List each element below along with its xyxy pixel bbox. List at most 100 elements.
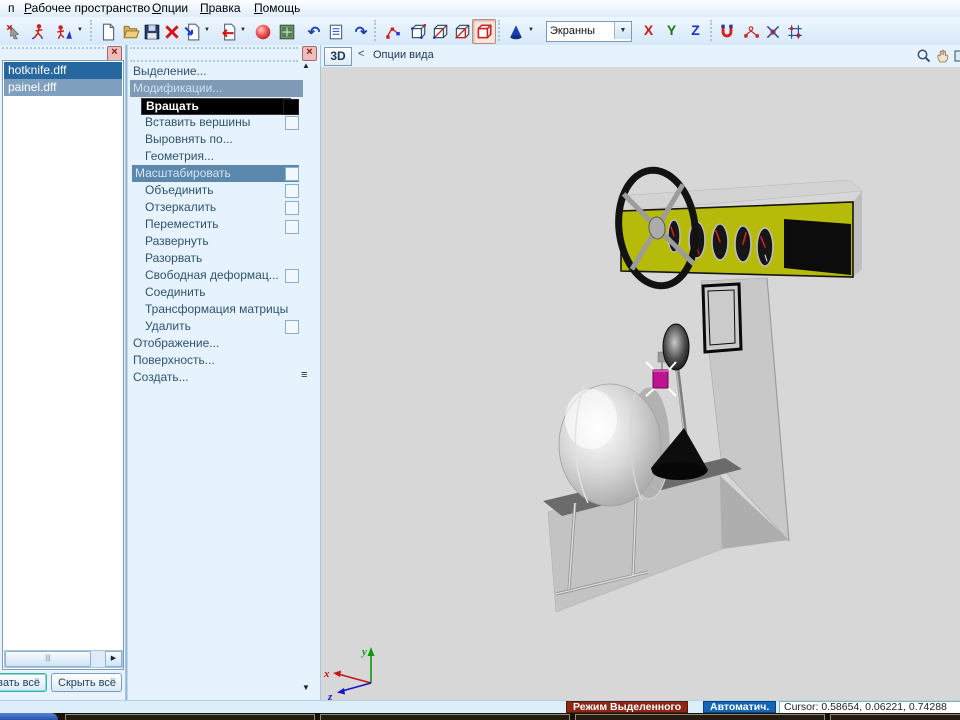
selected-mode-badge[interactable]: Режим Выделенного [566, 701, 688, 713]
axis-label-y: y [360, 646, 367, 658]
command-checkbox-unite[interactable] [285, 184, 299, 198]
file-list[interactable]: hotknife.dff painel.dff ||| ▶ [2, 60, 124, 670]
material-editor-icon[interactable] [275, 19, 299, 44]
hscrollbar-right-arrow-icon[interactable]: ▶ [105, 651, 122, 667]
magnet-snap-icon[interactable] [715, 19, 739, 44]
import-dropdown-caret[interactable]: ▼ [204, 27, 210, 33]
viewport-canvas[interactable]: y x z [321, 67, 960, 700]
snap-grid-icon[interactable] [783, 19, 807, 44]
hscrollbar-thumb[interactable]: ||| [5, 651, 91, 667]
axis-label-z: z [327, 691, 333, 700]
command-item-move[interactable]: Переместить [145, 216, 303, 233]
scroll-up-icon[interactable]: ▲ [302, 61, 310, 71]
viewport-collapse-icon[interactable]: < [358, 48, 364, 60]
3d-scene: y x z [321, 67, 960, 700]
notes-icon[interactable] [324, 19, 348, 44]
command-item-insert-vertices[interactable]: Вставить вершины [145, 114, 303, 131]
command-checkbox-insert-vertices[interactable] [285, 116, 299, 130]
status-bar: Режим Выделенного Автоматич. Cursor: 0.5… [0, 700, 960, 714]
command-item-scale[interactable]: Масштабировать [132, 165, 299, 182]
files-panel: × hotknife.dff painel.dff ||| ▶ зать всё… [0, 45, 126, 700]
command-item-flip[interactable]: Развернуть [145, 233, 303, 250]
panel-resize-grip-icon[interactable]: ≡ [301, 370, 307, 380]
pose-tool-icon[interactable] [2, 19, 26, 44]
menu-item-partial[interactable]: п [4, 1, 19, 16]
faces-mode-icon[interactable] [428, 19, 452, 44]
poses-dropdown-caret[interactable]: ▼ [77, 27, 83, 33]
export-icon[interactable] [216, 19, 240, 44]
command-checkbox-mirror[interactable] [285, 201, 299, 215]
file-list-item[interactable]: painel.dff [4, 79, 122, 96]
command-item-geometry[interactable]: Геометрия... [145, 148, 303, 165]
run-figure-icon[interactable] [27, 19, 51, 44]
edges-mode-icon[interactable] [406, 19, 430, 44]
axis-space-combo[interactable]: Экранны ▼ [546, 21, 632, 42]
command-item-free-deform[interactable]: Свободная деформац... [145, 267, 303, 284]
command-item-modifications[interactable]: Модификации... [130, 80, 303, 97]
commands-panel-close-icon[interactable]: × [302, 46, 317, 61]
axis-x-button[interactable]: X [638, 20, 659, 41]
menu-item-workspace[interactable]: Рабочее пространство [20, 1, 154, 16]
menu-item-help[interactable]: Помощь [250, 1, 304, 16]
taskbar-button[interactable] [65, 714, 315, 720]
command-checkbox-delete[interactable] [285, 320, 299, 334]
figure-poses-icon[interactable] [52, 19, 76, 44]
automatic-badge[interactable]: Автоматич. [703, 701, 776, 713]
snap-vertices-icon[interactable] [739, 19, 763, 44]
hide-all-button[interactable]: Скрыть всё [51, 673, 122, 692]
pan-hand-icon[interactable] [935, 48, 951, 64]
taskbar-button[interactable] [575, 714, 825, 720]
clipped-tool-icon[interactable] [954, 48, 960, 64]
menu-item-options[interactable]: Опции [148, 1, 192, 16]
taskbar-button[interactable] [320, 714, 570, 720]
start-button-fragment[interactable] [0, 713, 58, 720]
undo-icon[interactable]: ↶ [302, 19, 326, 44]
command-checkbox-scale[interactable] [285, 167, 299, 181]
objects-mode-icon[interactable] [472, 19, 496, 44]
import-icon[interactable] [180, 19, 204, 44]
command-item-delete[interactable]: Удалить [145, 318, 303, 335]
viewport-mode-button[interactable]: 3D [324, 47, 352, 66]
file-list-item[interactable]: hotknife.dff [4, 62, 122, 79]
command-item-selection[interactable]: Выделение... [133, 63, 303, 80]
scroll-down-icon[interactable]: ▼ [302, 683, 310, 693]
command-item-unite[interactable]: Объединить [145, 182, 303, 199]
vertices-mode-icon[interactable] [381, 19, 405, 44]
file-list-hscrollbar[interactable]: ||| ▶ [4, 650, 123, 668]
command-item-matrix-transform[interactable]: Трансформация матрицы [145, 301, 303, 318]
new-file-icon[interactable] [96, 19, 120, 44]
command-item-rotate[interactable]: Вращать [141, 98, 291, 115]
export-dropdown-caret[interactable]: ▼ [240, 27, 246, 33]
taskbar-button[interactable] [830, 714, 960, 720]
command-item-display[interactable]: Отображение... [133, 335, 303, 352]
snap-edges-icon[interactable] [761, 19, 785, 44]
render-sphere-icon[interactable] [251, 19, 275, 44]
toolbar-separator [498, 20, 502, 41]
polygons-mode-icon[interactable] [450, 19, 474, 44]
menu-item-edit[interactable]: Правка [196, 1, 245, 16]
axis-z-button[interactable]: Z [685, 20, 706, 41]
command-item-mirror[interactable]: Отзеркалить [145, 199, 303, 216]
commands-panel-grip[interactable] [130, 47, 298, 62]
cone-tool-icon[interactable] [504, 19, 528, 44]
toolbar-separator [90, 20, 94, 41]
viewport-header: 3D < Опции вида [321, 45, 960, 68]
command-checkbox-move[interactable] [285, 220, 299, 234]
files-panel-close-icon[interactable]: × [107, 46, 122, 61]
command-item-align-to[interactable]: Выровнять по... [145, 131, 303, 148]
command-item-create[interactable]: Создать... [133, 369, 303, 386]
cone-dropdown-caret[interactable]: ▼ [528, 27, 534, 33]
application-window: п Рабочее пространство Опции Правка Помо… [0, 0, 960, 720]
redo-icon[interactable]: ↷ [349, 19, 373, 44]
axis-y-button[interactable]: Y [661, 20, 682, 41]
command-item-break[interactable]: Разорвать [145, 250, 303, 267]
command-item-surface[interactable]: Поверхность... [133, 352, 303, 369]
os-taskbar [0, 713, 960, 720]
command-checkbox-free-deform[interactable] [285, 269, 299, 283]
viewport-title[interactable]: Опции вида [373, 49, 434, 61]
combo-dropdown-icon[interactable]: ▼ [614, 22, 631, 39]
zoom-tool-icon[interactable] [916, 48, 932, 64]
command-item-connect[interactable]: Соединить [145, 284, 303, 301]
command-checkbox-rotate[interactable] [283, 99, 299, 115]
show-all-button[interactable]: зать всё [0, 673, 47, 692]
